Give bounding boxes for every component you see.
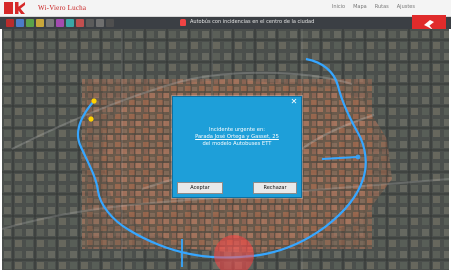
top-bar: Wi-Viero Lucha Inicio Mapa Rutas Ajustes [0,0,451,17]
toolbar-button[interactable] [36,19,44,27]
close-icon[interactable]: ✕ [290,98,298,106]
toolbar-button[interactable] [16,19,24,27]
bell-icon[interactable] [180,19,186,26]
accept-button[interactable]: Aceptar [177,182,223,194]
topnav-item[interactable]: Ajustes [397,4,415,10]
reject-button[interactable]: Rechazar [253,182,297,194]
toolbar: Autobús con incidencias en el centro de … [0,17,451,29]
topnav-item[interactable]: Mapa [353,4,367,10]
toolbar-button[interactable] [46,19,54,27]
toolbar-description: Autobús con incidencias en el centro de … [190,19,315,25]
route-point[interactable] [355,154,361,160]
bus-stop-marker[interactable] [88,116,94,122]
toolbar-button[interactable] [26,19,34,27]
bus-stop-marker[interactable] [91,98,97,104]
app-logo-icon [4,2,34,14]
toolbar-button[interactable] [56,19,64,27]
toolbar-button[interactable] [96,19,104,27]
incident-message: Incidente urgente en: Parada José Ortega… [179,127,295,149]
incident-message-line: Parada José Ortega y Gasset, 25 [195,134,279,141]
top-nav: Inicio Mapa Rutas Ajustes [332,4,415,10]
topnav-item[interactable]: Inicio [332,4,345,10]
app-brand: Wi-Viero Lucha [38,4,87,12]
toolbar-button[interactable] [86,19,94,27]
toolbar-button[interactable] [106,19,114,27]
toolbar-button[interactable] [76,19,84,27]
toolbar-button[interactable] [6,19,14,27]
incident-message-line: del modelo Autobuses ETT [202,141,272,148]
topnav-item[interactable]: Rutas [375,4,389,10]
incident-dialog: ✕ Incidente urgente en: Parada José Orte… [172,96,302,198]
toolbar-button[interactable] [66,19,74,27]
